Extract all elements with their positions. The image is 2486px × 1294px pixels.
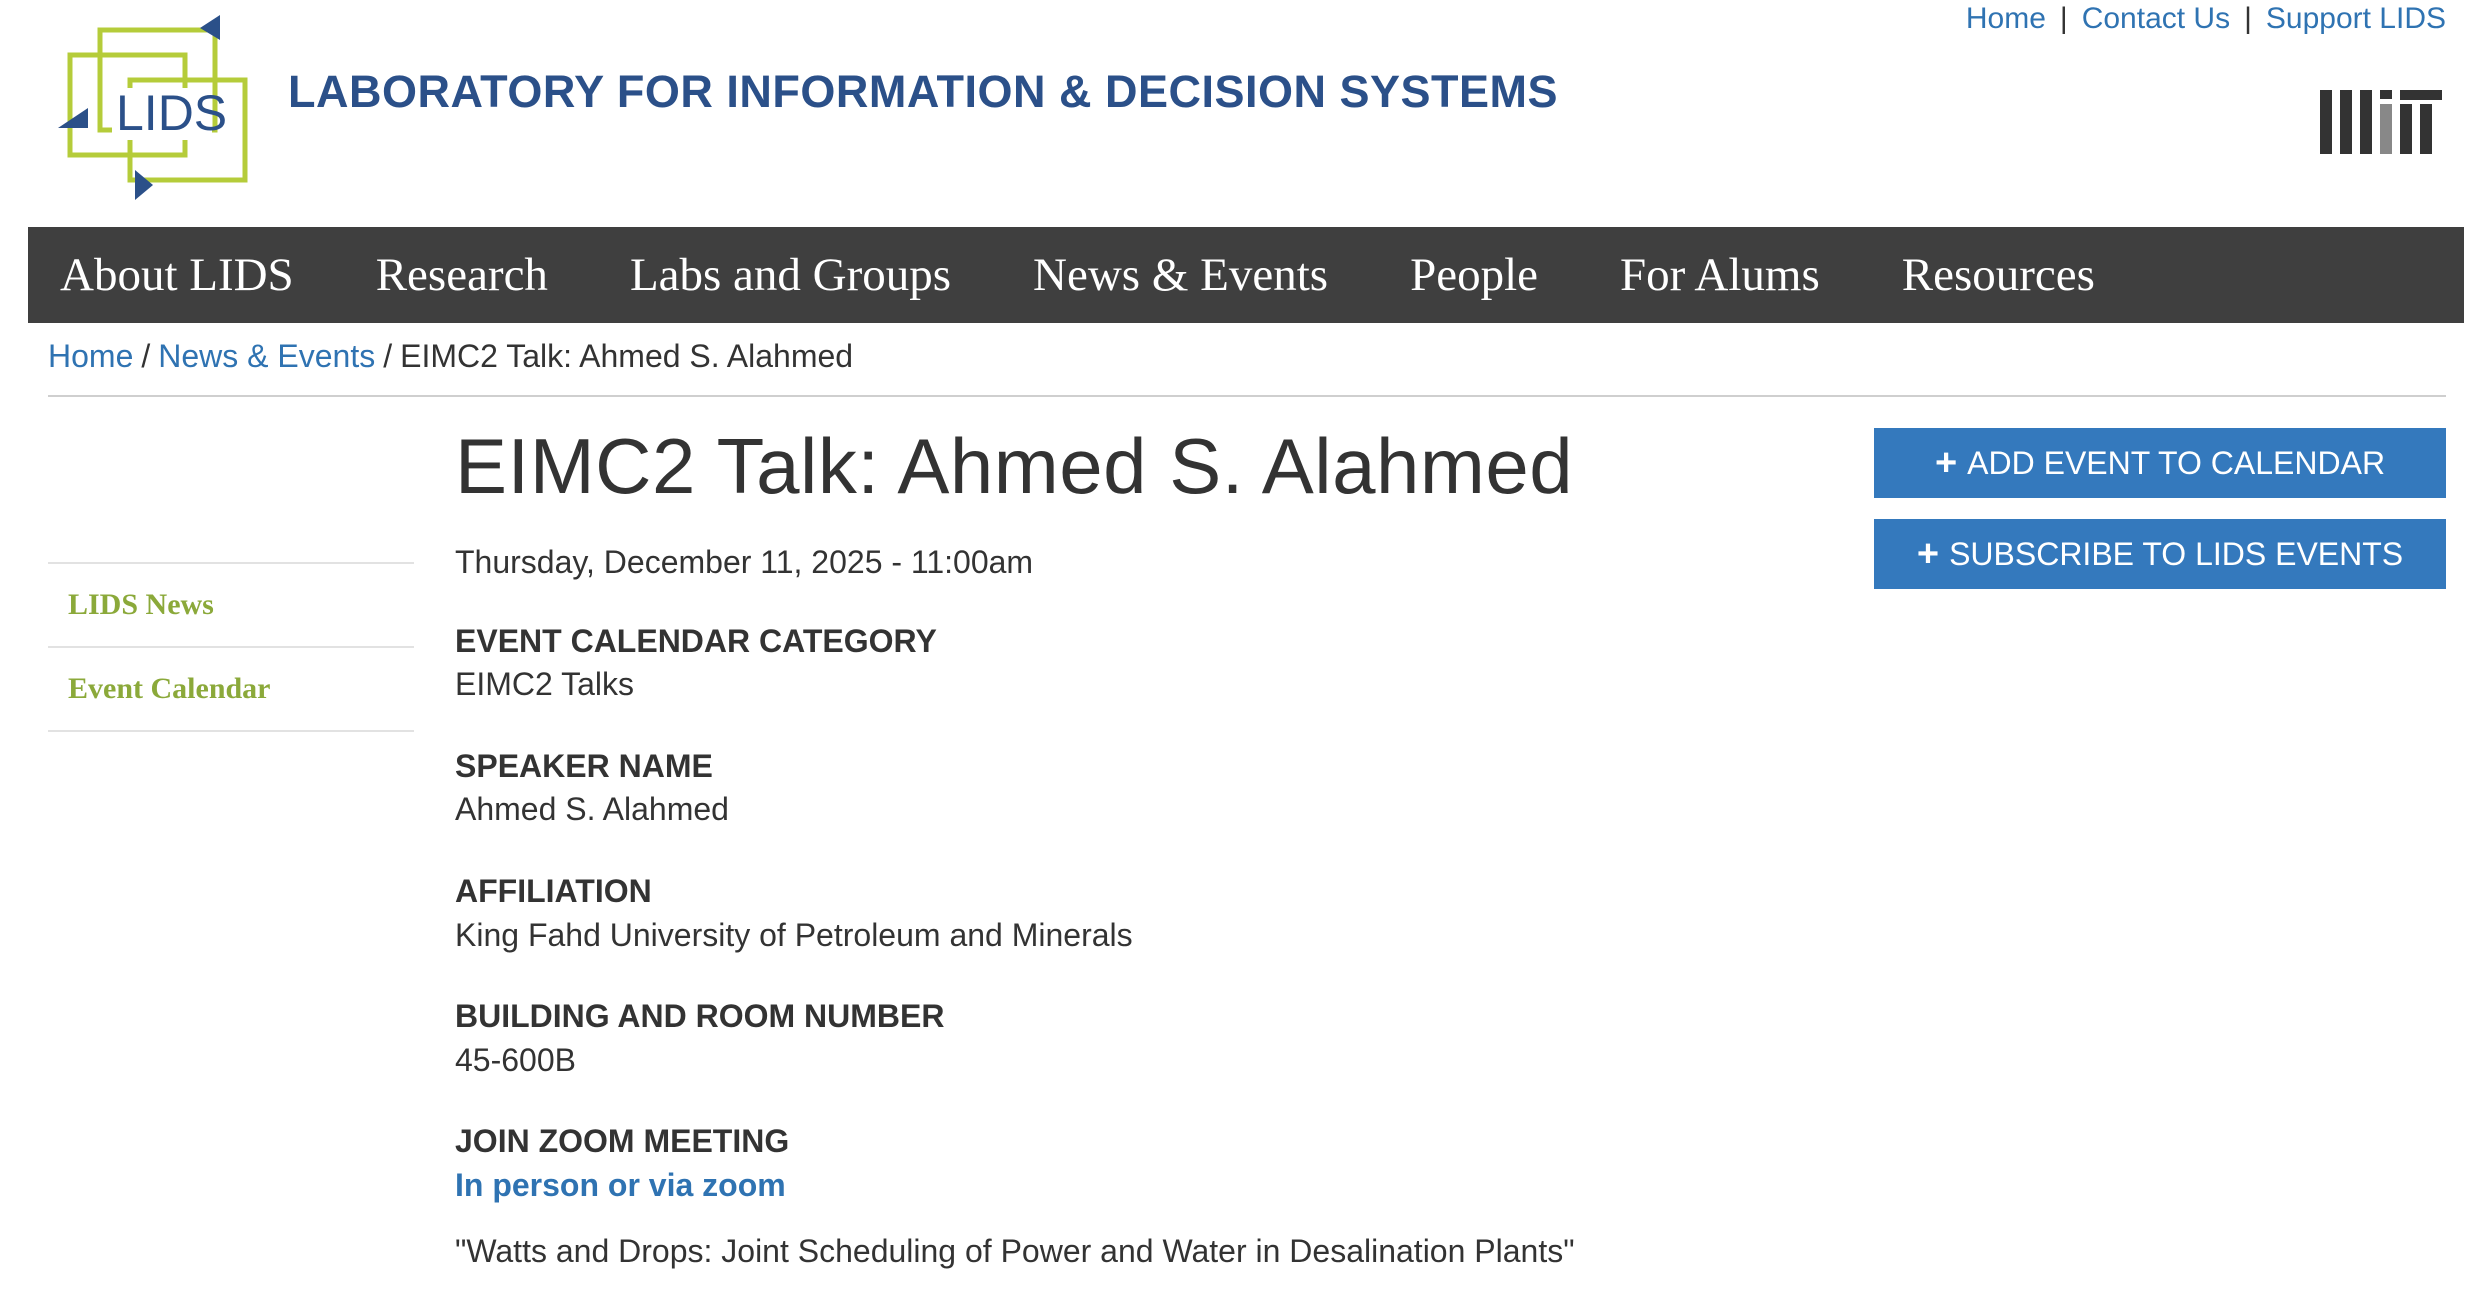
utility-nav: Home | Contact Us | Support LIDS [1966, 2, 2446, 36]
site-title[interactable]: LABORATORY FOR INFORMATION & DECISION SY… [288, 66, 1558, 118]
mit-logo[interactable] [2320, 90, 2442, 154]
nav-labs-and-groups[interactable]: Labs and Groups [630, 248, 951, 302]
add-event-to-calendar-button[interactable]: + ADD EVENT TO CALENDAR [1874, 428, 2446, 498]
field-zoom: JOIN ZOOM MEETING In person or via zoom [455, 1121, 1805, 1206]
event-date: Thursday, December 11, 2025 - 11:00am [455, 543, 1034, 580]
field-value: Ahmed S. Alahmed [455, 791, 729, 828]
field-label: EVENT CALENDAR CATEGORY [455, 622, 937, 659]
field-affiliation: AFFILIATION King Fahd University of Petr… [455, 871, 1805, 956]
nav-about-lids[interactable]: About LIDS [60, 248, 294, 302]
sidebar: LIDS News Event Calendar [48, 562, 414, 732]
field-value: EIMC2 Talks [455, 666, 635, 703]
logo-text: LIDS [116, 85, 227, 141]
nav-news-events[interactable]: News & Events [1033, 248, 1328, 302]
utility-separator: | [2244, 2, 2252, 35]
breadcrumb: Home / News & Events / EIMC2 Talk: Ahmed S. … [48, 338, 853, 375]
page-title: EIMC2 Talk: Ahmed S. Alahmed [455, 422, 1574, 510]
field-label: AFFILIATION [455, 872, 652, 909]
nav-research[interactable]: Research [376, 248, 548, 302]
utility-separator: | [2059, 2, 2068, 35]
nav-for-alums[interactable]: For Alums [1620, 248, 1820, 302]
utility-home-link[interactable]: Home [1966, 2, 2046, 35]
add-event-label: ADD EVENT TO CALENDAR [1967, 444, 2386, 481]
sidebar-item-event-calendar[interactable]: Event Calendar [48, 646, 414, 732]
field-room: BUILDING AND ROOM NUMBER 45-600B [455, 996, 1805, 1081]
event-detail: EIMC2 Talk: Ahmed S. Alahmed Thursday, D… [455, 420, 1805, 1270]
field-label: SPEAKER NAME [455, 747, 713, 784]
field-label: JOIN ZOOM MEETING [455, 1123, 790, 1160]
field-speaker-name: SPEAKER NAME Ahmed S. Alahmed [455, 746, 1805, 831]
subscribe-label: SUBSCRIBE TO LIDS EVENTS [1949, 535, 2404, 572]
lids-logo[interactable]: LIDS [50, 10, 265, 205]
field-value: 45-600B [455, 1041, 576, 1078]
breadcrumb-current: EIMC2 Talk: Ahmed S. Alahmed [400, 338, 854, 374]
breadcrumb-news-events[interactable]: News & Events [158, 338, 375, 374]
breadcrumb-home[interactable]: Home [48, 338, 133, 374]
nav-resources[interactable]: Resources [1902, 248, 2095, 302]
plus-icon: + [1916, 533, 1940, 575]
field-value: King Fahd University of Petroleum and Mi… [455, 916, 1133, 953]
breadcrumb-divider [48, 395, 2446, 397]
plus-icon: + [1934, 442, 1958, 484]
talk-title: "Watts and Drops: Joint Scheduling of Po… [455, 1232, 1575, 1269]
main-nav: About LIDS Research Labs and Groups News… [28, 227, 2464, 323]
nav-people[interactable]: People [1410, 248, 1538, 302]
utility-support-link[interactable]: Support LIDS [2266, 2, 2446, 35]
subscribe-events-button[interactable]: + SUBSCRIBE TO LIDS EVENTS [1874, 519, 2446, 589]
sidebar-item-lids-news[interactable]: LIDS News [48, 562, 414, 646]
utility-contact-link[interactable]: Contact Us [2082, 2, 2230, 35]
breadcrumb-separator: / [141, 338, 151, 374]
breadcrumb-separator: / [383, 338, 393, 374]
field-category: EVENT CALENDAR CATEGORY EIMC2 Talks [455, 621, 1805, 706]
field-label: BUILDING AND ROOM NUMBER [455, 998, 945, 1035]
zoom-link[interactable]: In person or via zoom [455, 1165, 1805, 1207]
